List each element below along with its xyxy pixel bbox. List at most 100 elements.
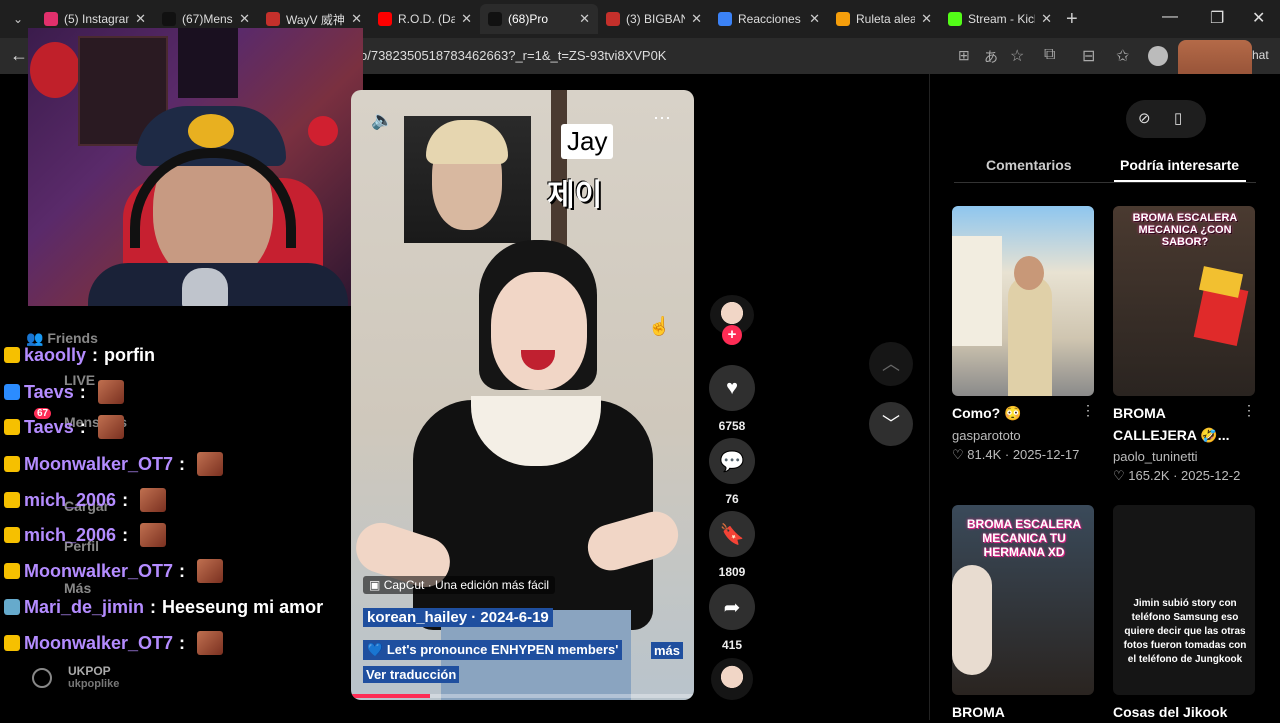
progress-fill [351,694,430,698]
chat-emote-icon [197,631,224,655]
suggestion-title[interactable]: BROMA CALLEJERA 🤣... [1113,402,1233,446]
card-more-icon[interactable]: ⋮ [1081,402,1095,419]
capcut-label[interactable]: ▣ CapCut · Una edición más fácil [363,576,556,594]
share-icon[interactable]: ➦ [709,584,755,630]
video-author-date[interactable]: korean_hailey · 2024-6-19 [363,608,553,627]
previous-video-button[interactable]: ︿ [869,342,913,386]
share-action[interactable]: ➦ 415 [700,584,764,652]
save-count: 1809 [718,565,746,579]
suggestion-card-thumbnail[interactable]: BROMA ESCALERA MECANICA ¿CON SABOR? [1113,206,1255,396]
chat-username[interactable]: mich_2006 [24,490,116,511]
suggestion-card-thumbnail[interactable] [952,206,1094,396]
chat-username[interactable]: kaoolly [24,345,86,366]
suggestion-card-thumbnail[interactable]: BROMA ESCALERA MECANICA TU HERMANA XD [952,505,1094,695]
chat-username[interactable]: Mari_de_jimin [24,597,144,618]
close-window-button[interactable]: ✕ [1252,8,1265,28]
extensions-icon[interactable]: ⧉ [1044,46,1055,64]
member-name-kr: 제이 [547,179,603,212]
browser-tab[interactable]: Ruleta aleatoria ✕ [828,4,940,34]
close-tab-icon[interactable]: ✕ [135,11,146,27]
chat-message: Moonwalker_OT7: [4,452,224,476]
close-tab-icon[interactable]: ✕ [809,11,820,27]
chat-username[interactable]: Moonwalker_OT7 [24,454,173,475]
tab-favicon-icon [266,12,280,26]
close-tab-icon[interactable]: ✕ [239,11,250,27]
new-tab-button[interactable]: + [1066,8,1078,31]
sound-avatar[interactable] [700,658,764,700]
tab-comments[interactable]: Comentarios [986,157,1072,173]
compass-icon[interactable]: ⊘ [1138,109,1151,127]
close-tab-icon[interactable]: ✕ [461,11,472,27]
like-action[interactable]: ♥ 6758 [700,365,764,433]
profile-avatar[interactable] [1148,46,1168,66]
progress-track[interactable] [351,694,694,698]
next-video-button[interactable]: ﹀ [869,402,913,446]
suggestion-author[interactable]: gasparototo [952,428,1021,443]
heart-icon[interactable]: ♥ [709,365,755,411]
chat-username[interactable]: Taevs [24,382,74,403]
person-figure [1008,276,1052,396]
street-houses [952,236,1002,346]
tab-title: R.O.D. (Dance [398,12,456,26]
close-tab-icon[interactable]: ✕ [691,11,702,27]
card-more-icon[interactable]: ⋮ [1242,402,1256,419]
chat-emote-icon [140,523,167,547]
chat-separator: : [179,632,186,653]
thumb-text: BROMA ESCALERA MECANICA TU HERMANA XD [966,517,1082,559]
chat-text: porfin [104,344,156,365]
profile-label: hat [1252,48,1269,62]
chat-separator: : [179,453,186,474]
ukpop-name: UKPOP [68,664,111,678]
save-action[interactable]: 🔖 1809 [700,511,764,579]
translate-link[interactable]: Ver traducción [363,666,460,683]
chat-username[interactable]: Moonwalker_OT7 [24,633,173,654]
url-field[interactable]: o/7382350518783462663?_r=1&_t=ZS-93tvi8X… [360,44,950,68]
browser-tab[interactable]: Reacciones ✕ [710,4,828,34]
close-tab-icon[interactable]: ✕ [579,11,590,27]
browser-tab[interactable]: (68)Pro ✕ [480,4,598,34]
chat-separator: : [79,381,86,402]
creator-avatar-button[interactable]: + [700,295,764,345]
member-hair [426,120,508,164]
suggestion-author[interactable]: paolo_tuninetti [1113,449,1198,464]
comment-icon[interactable]: 💬 [709,438,755,484]
ukpop-avatar [32,668,52,688]
chat-message: Moonwalker_OT7: [4,559,224,583]
split-screen-icon[interactable]: ⊟ [1082,46,1095,66]
back-button[interactable]: ← [10,45,28,66]
bookmark-icon[interactable]: 🔖 [709,511,755,557]
follow-plus-icon[interactable]: + [722,325,742,345]
chat-badge-icon [4,635,20,651]
browser-tab[interactable]: (3) BIGBANG ✕ [598,4,710,34]
more-options-icon[interactable]: ⋯ [653,108,672,129]
anime-figure [952,565,992,675]
suggestion-card-thumbnail[interactable]: Jimin subió story con teléfono Samsung e… [1113,505,1255,695]
comment-action[interactable]: 💬 76 [700,438,764,506]
microphone [182,268,228,306]
heart-outline-icon: ♡ [952,447,964,462]
tab-suggestions[interactable]: Podría interesarte [1120,157,1239,173]
volume-icon[interactable]: 🔈 [371,110,393,131]
chat-text: Heeseung mi amor [162,596,324,617]
app-available-icon[interactable]: ⊞ [958,47,970,64]
caption-more-link[interactable]: más [651,642,684,659]
maximize-button[interactable]: ❐ [1210,8,1224,28]
chat-emote-icon [197,559,224,583]
minimize-button[interactable]: — [1162,8,1178,26]
video-player[interactable]: 🔈 ⋯ Jay 제이 ☝ ▣ CapCut · Una edición más … [351,90,694,700]
translate-icon[interactable]: あ [984,47,998,67]
chat-username[interactable]: mich_2006 [24,525,116,546]
suggestion-title[interactable]: Como? 😳 [952,402,1022,424]
close-tab-icon[interactable]: ✕ [921,11,932,27]
browser-tab[interactable]: Stream - Kick ✕ [940,4,1060,34]
close-tab-icon[interactable]: ✕ [1041,11,1052,27]
chat-username[interactable]: Moonwalker_OT7 [24,561,173,582]
close-tab-icon[interactable]: ✕ [351,11,362,27]
chat-username[interactable]: Taevs [24,417,74,438]
capcut-icon: ▣ [369,578,381,592]
favorites-icon[interactable]: ✩ [1116,46,1129,66]
tab-list-chevron-icon[interactable]: ⌄ [0,12,36,26]
phone-icon[interactable]: ▯ [1174,109,1182,127]
browser-tab[interactable]: R.O.D. (Dance ✕ [370,4,480,34]
favorite-star-icon[interactable]: ☆ [1010,46,1024,66]
